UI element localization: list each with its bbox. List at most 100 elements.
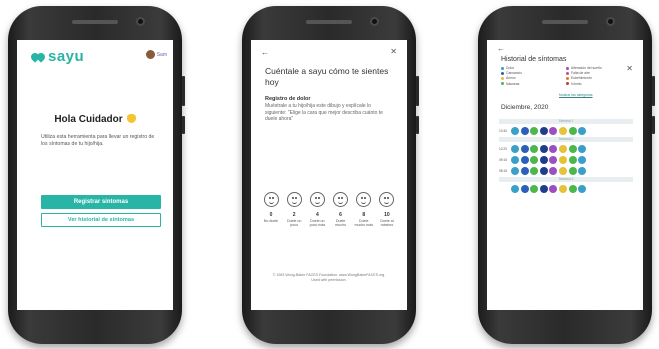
front-camera <box>370 17 379 26</box>
legend-label: Estreñimiento <box>571 76 592 81</box>
close-icon[interactable]: ✕ <box>626 64 633 73</box>
front-camera <box>606 17 615 26</box>
pain-face-option[interactable]: 10 Duele al máximo <box>377 192 397 227</box>
pain-face-option[interactable]: 0 No duele <box>261 192 281 227</box>
face-label: Duele al máximo <box>380 219 394 228</box>
symptom-dot <box>568 155 577 164</box>
pain-face-option[interactable]: 4 Duele un poco más <box>307 192 327 227</box>
section-body: Muéstrale a tu hijo/hija este dibujo y e… <box>265 103 383 122</box>
phone-frame-home: sayu Sam Hola Cuidador Utiliza esta herr… <box>8 6 185 344</box>
face-icon <box>356 192 372 207</box>
logo-text: sayu <box>48 48 85 65</box>
legend-dot <box>566 66 569 70</box>
week-header: Semana 2 <box>499 137 633 142</box>
symptom-dot <box>539 155 548 164</box>
history-row[interactable]: 09:15 <box>499 154 633 165</box>
symptom-dots <box>511 184 587 193</box>
symptom-dot <box>568 126 577 135</box>
face-label: Duele mucho más <box>354 219 374 228</box>
user-name: Sam <box>156 51 167 58</box>
symptom-dot <box>539 144 548 153</box>
legend-label: Dolor <box>506 66 515 71</box>
register-symptoms-button[interactable]: Registrar síntomas <box>41 195 161 209</box>
symptom-dot <box>530 144 539 153</box>
row-time: 08:15 <box>499 168 507 173</box>
pain-face-option[interactable]: 8 Duele mucho más <box>354 192 374 227</box>
legend-item: Cansancio <box>501 71 562 75</box>
legend-dot <box>501 66 504 70</box>
history-row[interactable]: 12:20 <box>499 143 633 154</box>
legend-dot <box>501 82 504 86</box>
legend-label: Alteración del sueño <box>571 66 602 71</box>
symptom-dot <box>511 155 519 164</box>
symptom-dot <box>568 144 577 153</box>
arrow-left-icon[interactable]: ← <box>497 44 505 53</box>
symptom-legend: Dolor Alteración del sueño Cansancio Falta … <box>501 66 627 86</box>
symptom-dots <box>511 155 587 164</box>
row-time: 12:20 <box>499 146 507 151</box>
legend-label: Náuseas <box>506 81 520 86</box>
pain-face-option[interactable]: 6 Duele mucho <box>331 192 351 227</box>
symptom-dot <box>520 144 529 153</box>
show-categories-link[interactable]: Mostrar las categorías <box>559 93 593 97</box>
symptom-dots <box>511 166 587 175</box>
symptom-dot <box>558 126 567 135</box>
legend-item: Dolor <box>501 66 562 70</box>
face-value: 10 <box>384 212 390 218</box>
pain-scale-screen: ← ✕ Cuéntale a sayu cómo te sientes hoy … <box>251 40 407 310</box>
symptom-dot <box>511 184 519 193</box>
symptom-dot <box>511 144 519 153</box>
arrow-left-icon[interactable]: ← <box>261 48 269 57</box>
symptom-dot <box>578 166 587 175</box>
close-icon[interactable]: ✕ <box>390 47 397 56</box>
history-title: Historial de síntomas <box>501 56 567 63</box>
pain-face-option[interactable]: 2 Duele un poco <box>284 192 304 227</box>
face-label: Duele un poco más <box>309 219 326 228</box>
copyright-footer: © 1983 Wong-Baker FACES Foundation. www.… <box>272 273 386 282</box>
symptom-dots <box>511 126 587 135</box>
waving-hand-icon <box>126 114 136 123</box>
earpiece <box>542 20 588 24</box>
face-value: 2 <box>292 212 296 218</box>
symptom-dots <box>511 144 587 153</box>
greeting-text: Hola Cuidador <box>54 114 123 125</box>
symptom-dot <box>520 155 529 164</box>
earpiece <box>72 20 118 24</box>
symptom-history-grid: Semana 1 10:30 Semana 2 12:20 09:15 08:15 Sema… <box>499 118 633 194</box>
symptom-dot <box>539 166 548 175</box>
symptom-dot <box>511 166 519 175</box>
face-icon <box>286 192 302 207</box>
legend-item: Estreñimiento <box>566 76 627 80</box>
symptom-dot <box>558 166 567 175</box>
face-value: 6 <box>339 212 342 218</box>
face-value: 4 <box>315 212 319 218</box>
legend-dot <box>501 76 504 80</box>
symptom-dot <box>578 155 587 164</box>
row-time: 10:30 <box>499 128 507 133</box>
intro-text: Utiliza esta herramienta para llevar un … <box>41 134 155 147</box>
symptom-dot <box>549 126 558 135</box>
legend-item: Alteración del sueño <box>566 66 627 70</box>
legend-dot <box>566 71 569 75</box>
symptom-dot <box>549 184 558 193</box>
user-menu[interactable]: Sam <box>145 50 167 59</box>
legend-label: Vómito <box>571 81 582 86</box>
symptom-dot <box>568 184 577 193</box>
section-title: Registro de dolor <box>265 96 311 102</box>
history-screen: ← ✕ Historial de síntomas Dolor Alteració… <box>487 40 643 310</box>
symptom-dot <box>530 184 539 193</box>
history-row[interactable]: 08:15 <box>499 165 633 176</box>
legend-item: Náuseas <box>501 82 562 86</box>
legend-dot <box>566 76 569 80</box>
legend-label: Ánimo <box>506 76 516 81</box>
earpiece <box>306 20 352 24</box>
view-history-button[interactable]: Ver historial de síntomas <box>41 213 161 227</box>
history-row[interactable]: 10:30 <box>499 125 633 136</box>
phone-frame-history: ← ✕ Historial de síntomas Dolor Alteració… <box>478 6 655 344</box>
symptom-dot <box>578 144 587 153</box>
symptom-dot <box>558 184 567 193</box>
power-button <box>416 116 419 134</box>
legend-item: Falta de aire <box>566 71 627 75</box>
symptom-dot <box>558 144 567 153</box>
history-row[interactable] <box>499 183 633 194</box>
